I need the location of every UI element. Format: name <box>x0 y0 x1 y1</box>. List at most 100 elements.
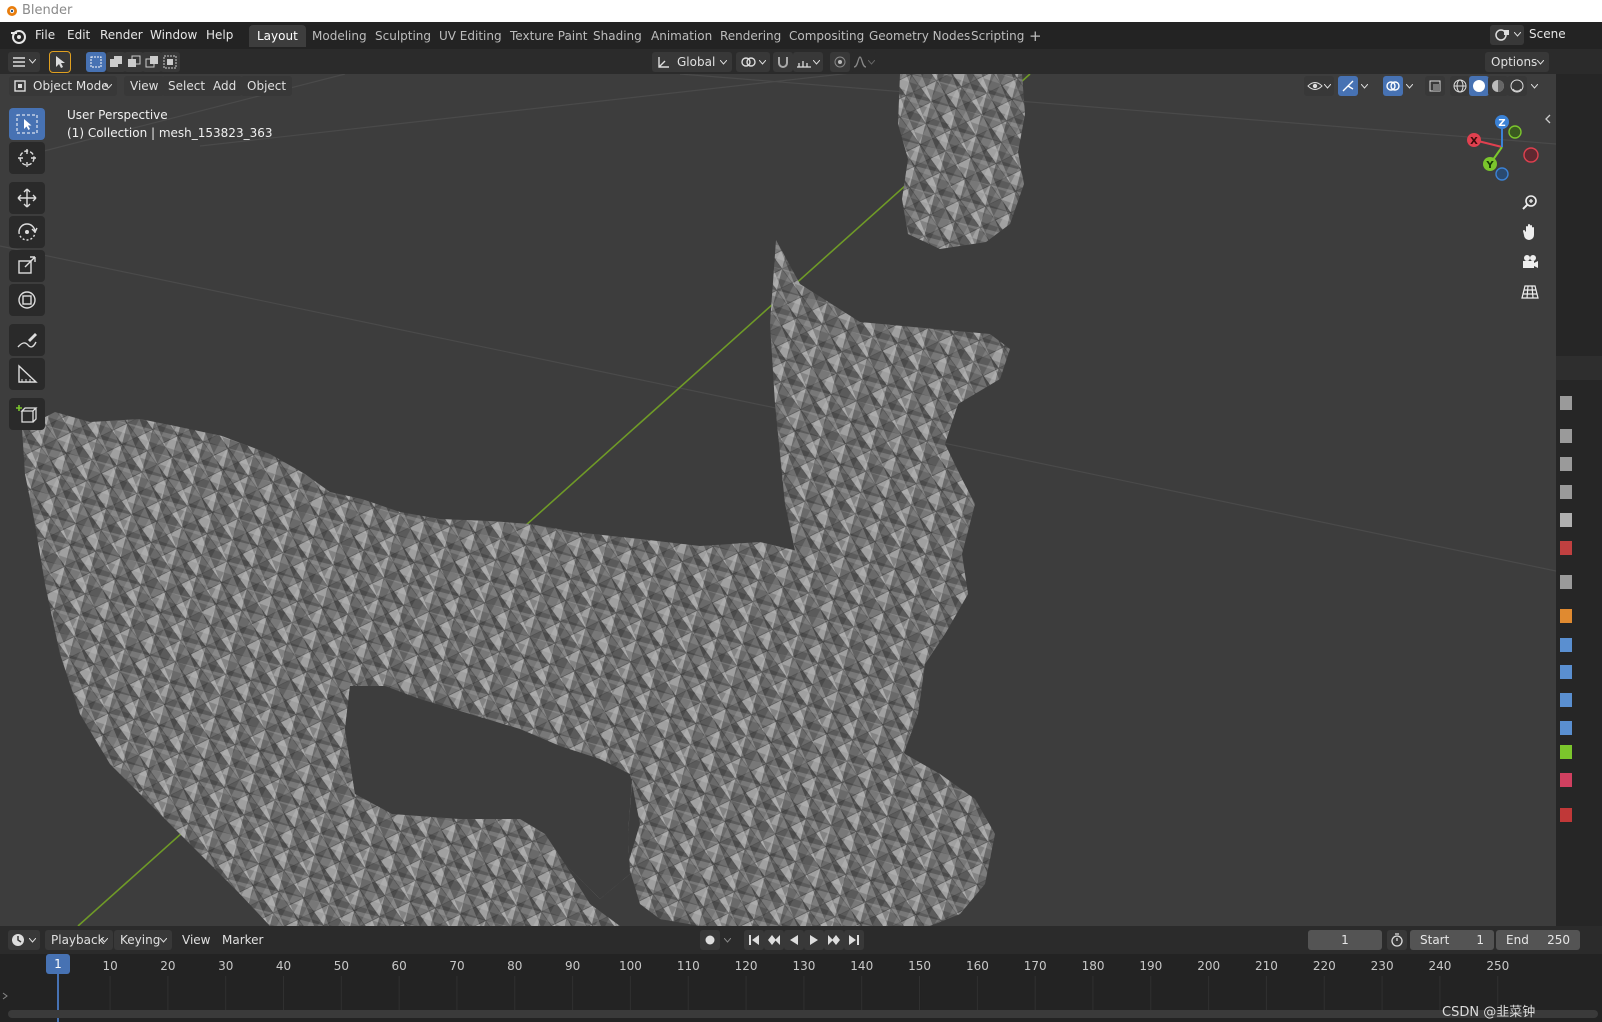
shading-solid-button[interactable] <box>1469 76 1489 96</box>
timeline-menu-playback[interactable]: Playback <box>45 930 113 950</box>
shading-wireframe-button[interactable] <box>1450 76 1470 96</box>
auto-keying-button[interactable] <box>700 930 720 950</box>
tab-layout[interactable]: Layout <box>249 25 306 47</box>
shading-chevron-down-icon[interactable] <box>1531 84 1538 89</box>
chevron-down-icon <box>29 59 36 64</box>
data-properties-tab-icon[interactable] <box>1560 745 1572 759</box>
output-properties-tab-icon[interactable] <box>1560 457 1572 471</box>
keying-chevron-down-icon[interactable] <box>724 938 731 943</box>
mode-invert-button[interactable] <box>142 52 162 72</box>
visibility-dropdown[interactable] <box>1304 76 1334 96</box>
tool-annotate[interactable] <box>9 324 45 356</box>
scene-selector-button[interactable] <box>1490 25 1524 45</box>
snap-toggle-button[interactable] <box>773 52 793 72</box>
tab-uv-editing[interactable]: UV Editing <box>431 25 510 47</box>
editor-type-button[interactable] <box>8 52 40 72</box>
play-reverse-button[interactable] <box>784 930 804 950</box>
proportional-falloff-dropdown[interactable] <box>850 52 878 72</box>
play-button[interactable] <box>804 930 824 950</box>
mode-dropdown[interactable]: Object Mode <box>9 76 117 96</box>
viewport-menu-select[interactable]: Select <box>162 76 212 96</box>
timeline-menu-keying[interactable]: Keying <box>114 930 172 950</box>
gizmo-toggle-button[interactable] <box>1338 76 1358 96</box>
tool-scale[interactable] <box>9 250 45 282</box>
menu-render[interactable]: Render <box>96 26 147 45</box>
start-frame-field[interactable]: Start 1 <box>1410 930 1494 950</box>
tab-modeling[interactable]: Modeling <box>304 25 375 47</box>
menu-edit[interactable]: Edit <box>63 26 94 45</box>
tab-rendering[interactable]: Rendering <box>712 25 789 47</box>
modifier-properties-tab-icon[interactable] <box>1560 638 1572 652</box>
proportional-edit-button[interactable] <box>830 52 850 72</box>
tab-shading[interactable]: Shading <box>585 25 650 47</box>
overlays-toggle-button[interactable] <box>1383 76 1403 96</box>
3d-viewport[interactable]: Object Mode View Select Add Object User … <box>0 74 1556 926</box>
jump-prev-keyframe-button[interactable] <box>764 930 784 950</box>
constraints-properties-tab-icon[interactable] <box>1560 721 1572 735</box>
zoom-view-button[interactable] <box>1516 188 1544 216</box>
jump-end-button[interactable] <box>844 930 864 950</box>
tab-sculpting[interactable]: Sculpting <box>367 25 439 47</box>
gizmo-chevron-down-icon[interactable] <box>1361 84 1368 89</box>
end-frame-field[interactable]: End 250 <box>1496 930 1580 950</box>
menu-file[interactable]: File <box>31 26 59 45</box>
preview-range-button[interactable] <box>1387 930 1407 950</box>
view-layer-tab-icon[interactable] <box>1560 485 1572 499</box>
tool-add-cube[interactable] <box>9 398 45 430</box>
tab-geometry-nodes[interactable]: Geometry Nodes <box>861 25 978 47</box>
tool-measure[interactable] <box>9 358 45 390</box>
mode-extend-button[interactable] <box>106 52 126 72</box>
tab-animation[interactable]: Animation <box>643 25 720 47</box>
sidebar-toggle-chevron-icon[interactable] <box>1544 114 1552 124</box>
timeline-menu-marker[interactable]: Marker <box>216 930 269 950</box>
options-dropdown[interactable]: Options <box>1485 52 1549 72</box>
render-properties-tab-icon[interactable] <box>1560 429 1572 443</box>
tool-select-box[interactable] <box>9 108 45 140</box>
viewport-menu-view[interactable]: View <box>124 76 165 96</box>
tool-cursor[interactable] <box>9 142 45 174</box>
texture-properties-tab-icon[interactable] <box>1560 808 1572 822</box>
current-frame-field[interactable]: 1 <box>1308 930 1382 950</box>
particles-properties-tab-icon[interactable] <box>1560 665 1572 679</box>
world-properties-tab-icon[interactable] <box>1560 541 1572 555</box>
collection-properties-tab-icon[interactable] <box>1560 575 1572 589</box>
jump-start-button[interactable] <box>744 930 764 950</box>
tool-move[interactable] <box>9 182 45 214</box>
navigation-gizmo[interactable]: X Y Z <box>1462 112 1542 184</box>
tab-texture-paint[interactable]: Texture Paint <box>502 25 595 47</box>
timeline-scrollbar[interactable] <box>8 1010 1598 1018</box>
select-box-tool-button[interactable] <box>49 51 71 73</box>
mode-set-button[interactable] <box>86 52 106 72</box>
timeline-menu-view[interactable]: View <box>176 930 216 950</box>
camera-view-button[interactable] <box>1516 248 1544 276</box>
overlays-chevron-down-icon[interactable] <box>1406 84 1413 89</box>
material-properties-tab-icon[interactable] <box>1560 773 1572 787</box>
shading-rendered-button[interactable] <box>1507 76 1527 96</box>
viewport-menu-object[interactable]: Object <box>241 76 293 96</box>
viewport-menu-add[interactable]: Add <box>207 76 243 96</box>
physics-properties-tab-icon[interactable] <box>1560 693 1572 707</box>
pan-view-button[interactable] <box>1516 218 1544 246</box>
tool-rotate[interactable] <box>9 216 45 248</box>
menu-help[interactable]: Help <box>202 26 237 45</box>
transform-orientation-dropdown[interactable]: Global <box>652 52 732 72</box>
snap-target-dropdown[interactable] <box>793 52 823 72</box>
tool-transform[interactable] <box>9 284 45 316</box>
object-properties-tab-icon[interactable] <box>1560 609 1572 623</box>
mode-intersect-button[interactable] <box>160 52 180 72</box>
timeline-expand-icon[interactable] <box>2 992 8 1000</box>
mode-subtract-button[interactable] <box>124 52 144 72</box>
blender-menu-icon[interactable] <box>9 27 27 45</box>
scene-name[interactable]: Scene <box>1529 27 1566 41</box>
perspective-toggle-button[interactable] <box>1516 278 1544 306</box>
xray-toggle-button[interactable] <box>1425 76 1445 96</box>
menu-window[interactable]: Window <box>146 26 201 45</box>
tool-properties-tab-icon[interactable] <box>1560 396 1572 410</box>
shading-material-button[interactable] <box>1488 76 1508 96</box>
jump-next-keyframe-button[interactable] <box>824 930 844 950</box>
timeline-editor-type-button[interactable] <box>8 930 40 950</box>
tab-compositing[interactable]: Compositing <box>781 25 872 47</box>
scene-properties-tab-icon[interactable] <box>1560 513 1572 527</box>
add-workspace-button[interactable]: + <box>1021 25 1050 47</box>
pivot-point-dropdown[interactable] <box>736 52 770 72</box>
